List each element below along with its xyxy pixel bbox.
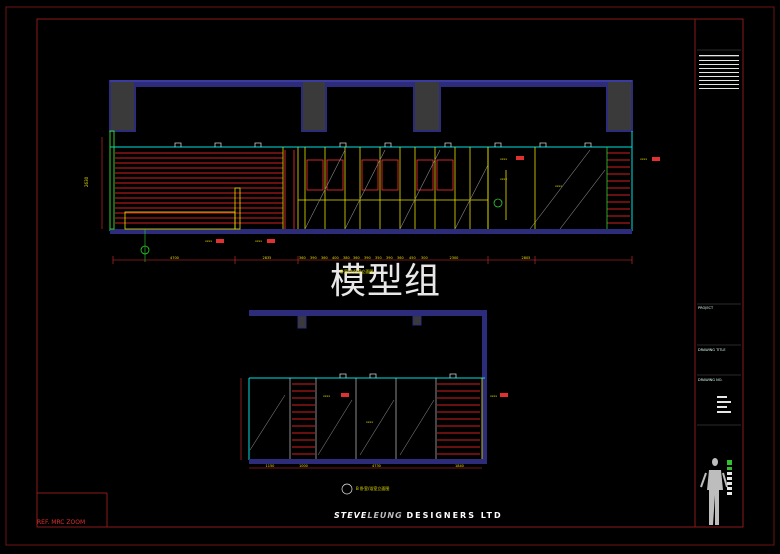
lower-dimension-row: 1150 1000 4730 1840	[249, 464, 482, 470]
logo-badges	[727, 460, 732, 495]
lower-view-title: B 卧室/浴室立面图	[356, 486, 390, 491]
outlet-symbol	[493, 198, 503, 208]
dimension-label: 300	[421, 256, 428, 260]
floor-slab	[110, 229, 632, 234]
tb-project-label: PROJECT	[698, 306, 714, 310]
dimension-label: 350	[375, 256, 382, 260]
svg-text:xxxx: xxxx	[323, 394, 330, 398]
svg-text:xxxx: xxxx	[500, 177, 507, 181]
dimension-label: 4730	[372, 464, 381, 468]
dimension-label: 4700	[170, 256, 179, 260]
dimension-label: 2300	[449, 256, 459, 260]
brand-steve: STEVE	[334, 511, 368, 520]
upper-dimension-row: 4700 2835 360 390 360 400 380 360 390 350 390 360 45…	[113, 256, 632, 262]
dimension-label: 1150	[265, 464, 275, 468]
dimension-label: 360	[397, 256, 404, 260]
svg-text:2630: 2630	[84, 176, 89, 187]
svg-text:xxxx: xxxx	[255, 239, 262, 243]
brand-designers: DESIGNERS LTD	[406, 511, 503, 520]
dimension-label: 380	[343, 256, 350, 260]
dimension-label: 400	[332, 256, 339, 260]
svg-text:xxxx: xxxx	[555, 184, 562, 188]
dimension-label: 1000	[299, 464, 308, 468]
tb-drawing-title-label: DRAWING TITLE	[698, 348, 726, 352]
dimension-label: 360	[353, 256, 360, 260]
tb-drawing-no-label: DRAWING NO.	[698, 378, 723, 382]
dimension-label: 390	[364, 256, 371, 260]
svg-text:xxxx: xxxx	[205, 239, 212, 243]
dimension-label: 360	[299, 256, 306, 260]
dimension-label: 2805	[521, 256, 531, 260]
brand-leung: LEUNG	[367, 511, 403, 520]
dimension-label: 450	[409, 256, 416, 260]
dimension-label: 1840	[455, 464, 464, 468]
dimension-label: 390	[310, 256, 317, 260]
upper-elevation: 2630 xxxx xxxx xxxx xxxx xxxx xxxx	[84, 80, 660, 264]
svg-text:xxxx: xxxx	[366, 420, 373, 424]
upper-view-title: 卧室/主卧室立面图	[340, 269, 374, 274]
logo-figure	[700, 458, 728, 525]
brand-logo-text: STEVELEUNG DESIGNERS LTD	[334, 511, 503, 520]
svg-text:xxxx: xxxx	[490, 394, 497, 398]
dimension-label: 2835	[262, 256, 272, 260]
svg-text:xxxx: xxxx	[500, 157, 507, 161]
dimension-label: 360	[321, 256, 328, 260]
dimension-label: 390	[386, 256, 393, 260]
reference-stamp: REF. MRC ZOOM	[37, 519, 86, 526]
svg-text:xxxx: xxxx	[640, 157, 647, 161]
